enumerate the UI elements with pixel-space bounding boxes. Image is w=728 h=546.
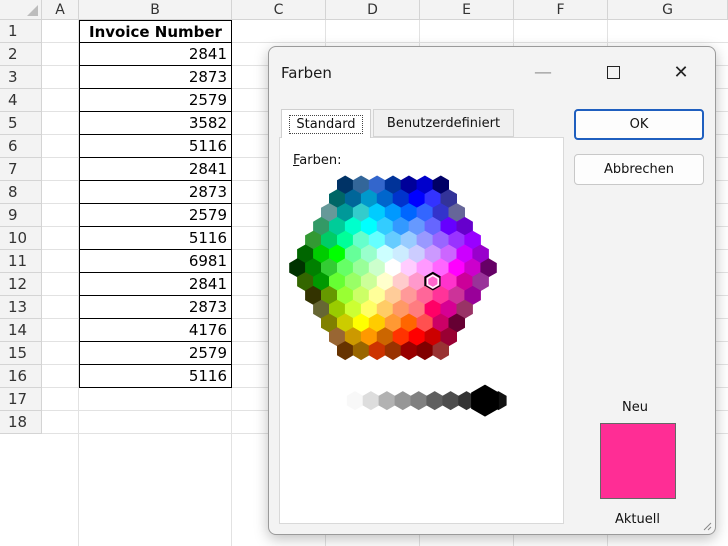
invoice-cell[interactable]: 4176	[79, 319, 232, 342]
row-header[interactable]: 6	[0, 135, 42, 158]
invoice-cell[interactable]: 3582	[79, 112, 232, 135]
column-header-e[interactable]: E	[420, 0, 514, 20]
invoice-cell[interactable]: 2579	[79, 204, 232, 227]
tab-standard-label: Standard	[289, 114, 363, 134]
row-header[interactable]: 2	[0, 43, 42, 66]
row-header[interactable]: 9	[0, 204, 42, 227]
gray-swatch[interactable]	[410, 391, 428, 411]
tab-custom[interactable]: Benutzerdefiniert	[373, 109, 514, 137]
tab-panel	[279, 137, 564, 524]
color-dialog: Farben — ✕ Standard Benutzerdefiniert Fa…	[268, 46, 716, 535]
current-color-label: Aktuell	[615, 512, 660, 527]
header-cell[interactable]: Invoice Number	[79, 20, 232, 43]
invoice-cell[interactable]: 2873	[79, 296, 232, 319]
invoice-cell[interactable]: 2873	[79, 66, 232, 89]
invoice-cell[interactable]: 5116	[79, 365, 232, 388]
maximize-icon	[606, 65, 620, 79]
maximize-button[interactable]	[590, 53, 636, 91]
invoice-cell[interactable]: 2579	[79, 342, 232, 365]
gray-swatch[interactable]	[362, 391, 380, 411]
minimize-icon: —	[534, 61, 552, 83]
color-preview-swatch	[600, 423, 676, 499]
invoice-cell[interactable]: 2841	[79, 158, 232, 181]
row-header[interactable]: 8	[0, 181, 42, 204]
column-header-b[interactable]: B	[79, 0, 232, 20]
gray-swatch[interactable]	[426, 391, 443, 411]
dialog-title: Farben	[281, 64, 332, 82]
column-header-c[interactable]: C	[232, 0, 326, 20]
invoice-cell[interactable]: 5116	[79, 227, 232, 250]
row-header[interactable]: 15	[0, 342, 42, 365]
row-header[interactable]: 3	[0, 66, 42, 89]
invoice-cell[interactable]: 6981	[79, 250, 232, 273]
tab-standard[interactable]: Standard	[281, 109, 371, 138]
invoice-cell[interactable]: 2841	[79, 43, 232, 66]
gray-swatch[interactable]	[309, 384, 337, 417]
row-header[interactable]: 7	[0, 158, 42, 181]
invoice-cell[interactable]: 2873	[79, 181, 232, 204]
gray-swatch[interactable]	[394, 391, 411, 411]
column-header-g[interactable]: G	[608, 0, 728, 20]
select-all-corner[interactable]	[0, 0, 42, 20]
selection-marker	[426, 274, 439, 289]
row-header[interactable]: 11	[0, 250, 42, 273]
row-header[interactable]: 1	[0, 20, 42, 43]
resize-grip-icon[interactable]	[702, 521, 712, 531]
invoice-cell[interactable]: 5116	[79, 135, 232, 158]
column-header-f[interactable]: F	[514, 0, 608, 20]
gray-swatch[interactable]	[346, 391, 364, 411]
new-color-label: Neu	[622, 400, 648, 415]
gray-swatch[interactable]	[378, 391, 396, 411]
select-all-icon	[27, 5, 38, 16]
row-header[interactable]: 18	[0, 411, 42, 434]
invoice-cell[interactable]: 2579	[79, 89, 232, 112]
gray-swatch[interactable]	[471, 384, 499, 417]
gray-swatch[interactable]	[442, 391, 459, 411]
colors-label: Farben:	[293, 153, 342, 168]
row-header[interactable]: 17	[0, 388, 42, 411]
column-header-d[interactable]: D	[326, 0, 420, 20]
tab-custom-label: Benutzerdefiniert	[386, 115, 501, 131]
cancel-button[interactable]: Abbrechen	[574, 154, 704, 185]
ok-button[interactable]: OK	[574, 109, 704, 140]
close-button[interactable]: ✕	[658, 53, 704, 91]
minimize-button[interactable]: —	[520, 53, 566, 91]
row-header[interactable]: 16	[0, 365, 42, 388]
row-header[interactable]: 14	[0, 319, 42, 342]
row-header[interactable]: 5	[0, 112, 42, 135]
row-header[interactable]: 12	[0, 273, 42, 296]
close-icon: ✕	[673, 61, 689, 83]
row-header[interactable]: 4	[0, 89, 42, 112]
color-palette	[289, 175, 507, 417]
row-header[interactable]: 10	[0, 227, 42, 250]
column-header-a[interactable]: A	[42, 0, 79, 20]
invoice-cell[interactable]: 2841	[79, 273, 232, 296]
row-header[interactable]: 13	[0, 296, 42, 319]
